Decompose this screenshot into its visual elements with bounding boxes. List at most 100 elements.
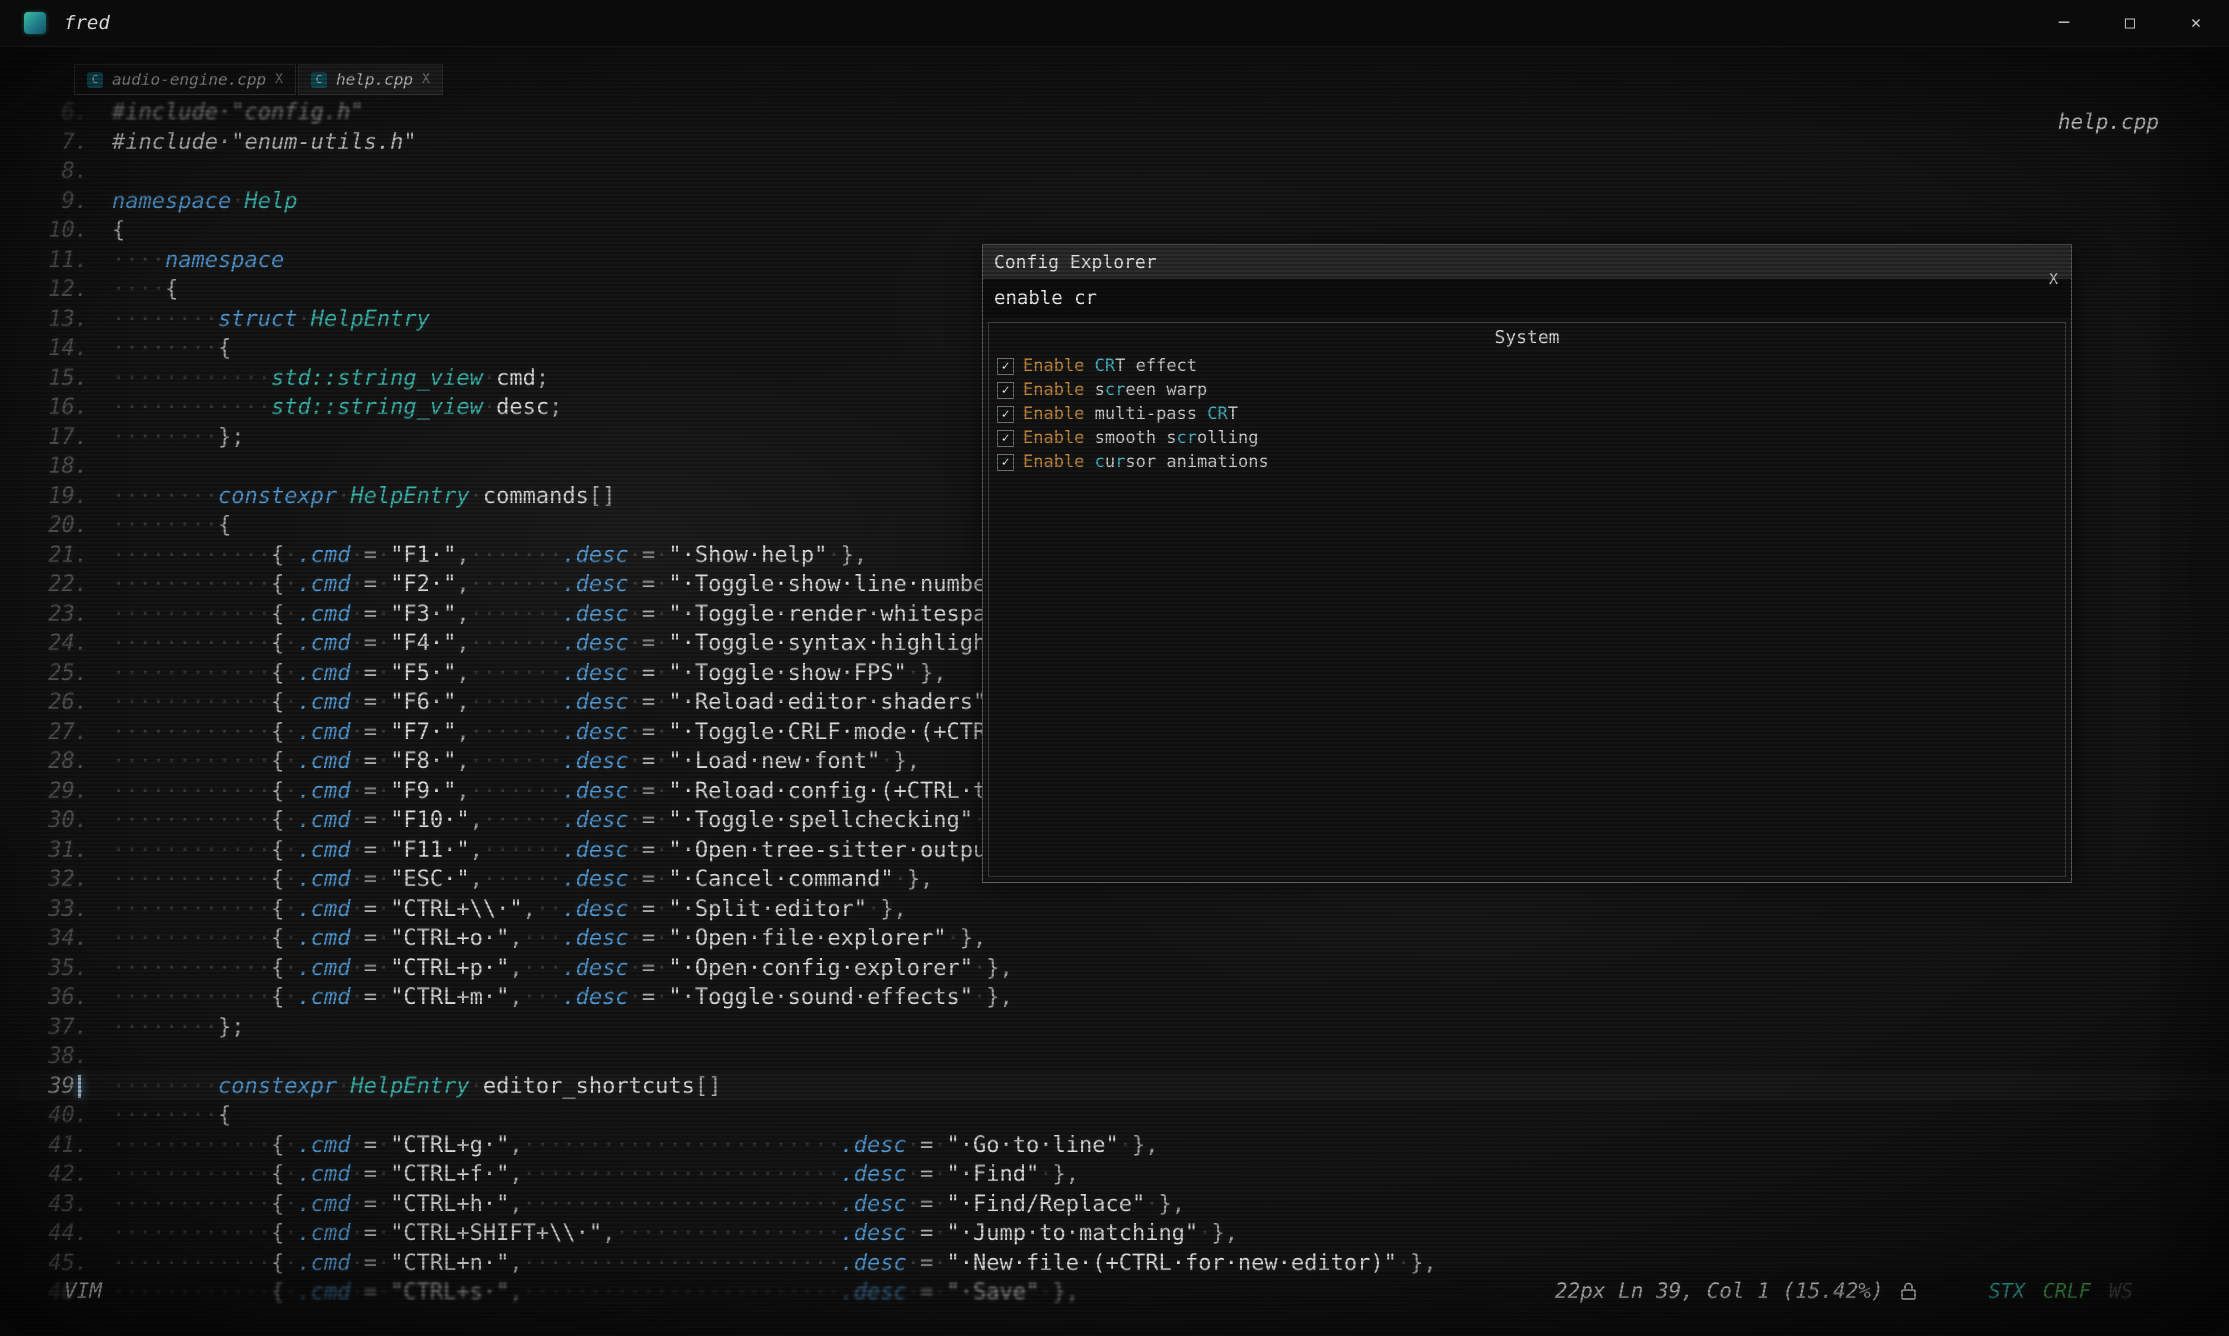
checkbox-checked[interactable]: ✓ <box>997 430 1014 447</box>
code-token: ············ <box>112 720 271 745</box>
option-text-segment: cr <box>1105 380 1125 400</box>
code-token: .cmd <box>297 808 350 833</box>
line-text: ············{·.cmd·=·"CTRL+o·",···.desc·… <box>88 924 986 954</box>
line-number: 31. <box>0 836 88 866</box>
code-token: · <box>907 1133 920 1158</box>
code-token: · <box>350 661 363 686</box>
config-option[interactable]: ✓Enable screen warp <box>989 378 2065 402</box>
code-token: · <box>655 749 668 774</box>
line-text: ············{·.cmd·=·"F7·",·······.desc·… <box>88 718 1132 748</box>
code-token: · <box>350 1251 363 1276</box>
code-line-7[interactable]: 7.#include·"enum-utils.h" <box>0 128 2229 158</box>
line-text: ············{·.cmd·=·"F8·",·······.desc·… <box>88 747 920 777</box>
code-token: · <box>629 838 642 863</box>
code-token: ········ <box>112 1015 218 1040</box>
code-token: ······· <box>470 661 563 686</box>
code-token: · <box>377 1133 390 1158</box>
app-window: fred ─□✕ 6.#include·"config.h"7.#include… <box>0 0 2229 1336</box>
code-token: }, <box>986 956 1013 981</box>
code-line-39[interactable]: 39.········constexpr·HelpEntry·editor_sh… <box>0 1072 2229 1102</box>
window-titlebar[interactable]: fred ─□✕ <box>0 0 2229 47</box>
code-line-38[interactable]: 38. <box>0 1042 2229 1072</box>
config-option[interactable]: ✓Enable cursor animations <box>989 450 2065 474</box>
code-token: ························ <box>523 1251 841 1276</box>
code-line-9[interactable]: 9.namespace·Help <box>0 187 2229 217</box>
line-number: 15. <box>0 364 88 394</box>
code-token: = <box>364 1251 377 1276</box>
code-token: · <box>284 543 297 568</box>
code-token: · <box>377 1162 390 1187</box>
config-option[interactable]: ✓ Enable CRT effect <box>989 354 2065 378</box>
status-bar: VIM 22px Ln 39, Col 1 (15.42%) STXCRLFWS <box>0 1274 2229 1308</box>
line-number: 22. <box>0 570 88 600</box>
line-number: 38. <box>0 1042 88 1072</box>
code-token: · <box>377 749 390 774</box>
code-line-10[interactable]: 10.{ <box>0 216 2229 246</box>
tab-help.cpp[interactable]: Chelp.cppX <box>298 64 443 95</box>
code-token: .desc <box>562 720 628 745</box>
code-token: · <box>629 749 642 774</box>
config-search-input[interactable]: enable cr <box>983 279 2071 317</box>
code-line-42[interactable]: 42.············{·.cmd·=·"CTRL+f·",······… <box>0 1160 2229 1190</box>
option-text-segment: multi-pass <box>1095 404 1208 424</box>
line-text <box>88 157 112 187</box>
code-token: , <box>456 661 469 686</box>
maximize-button[interactable]: □ <box>2097 0 2163 46</box>
checkbox-checked[interactable]: ✓ <box>997 358 1014 375</box>
code-token: .cmd <box>297 543 350 568</box>
code-token: .cmd <box>297 897 350 922</box>
popup-close-button[interactable]: X <box>2049 270 2058 288</box>
checkbox-checked[interactable]: ✓ <box>997 454 1014 471</box>
code-token: { <box>271 631 284 656</box>
code-line-33[interactable]: 33.············{·.cmd·=·"CTRL+\\·",··.de… <box>0 895 2229 925</box>
code-token: "F3·" <box>390 602 456 627</box>
code-token: = <box>364 749 377 774</box>
code-line-35[interactable]: 35.············{·.cmd·=·"CTRL+p·",···.de… <box>0 954 2229 984</box>
checkbox-checked[interactable]: ✓ <box>997 406 1014 423</box>
code-token: ······· <box>470 749 563 774</box>
code-token: · <box>880 749 893 774</box>
code-line-43[interactable]: 43.············{·.cmd·=·"CTRL+h·",······… <box>0 1190 2229 1220</box>
code-line-40[interactable]: 40.········{ <box>0 1101 2229 1131</box>
tab-audio-engine.cpp[interactable]: Caudio-engine.cppX <box>74 64 296 95</box>
tab-close-button[interactable]: X <box>275 72 283 87</box>
code-token: ············ <box>112 1251 271 1276</box>
line-text: ············{·.cmd·=·"F9·",·······.desc·… <box>88 777 1132 807</box>
code-line-6[interactable]: 6.#include·"config.h" <box>0 98 2229 128</box>
line-text: ············std::string_view·cmd; <box>88 364 549 394</box>
code-token: · <box>655 808 668 833</box>
code-line-34[interactable]: 34.············{·.cmd·=·"CTRL+o·",···.de… <box>0 924 2229 954</box>
tab-close-button[interactable]: X <box>422 72 430 87</box>
code-token: = <box>364 720 377 745</box>
code-token: ············ <box>112 631 271 656</box>
line-number: 21. <box>0 541 88 571</box>
config-option[interactable]: ✓Enable multi-pass CRT <box>989 402 2065 426</box>
minimize-button[interactable]: ─ <box>2031 0 2097 46</box>
code-line-37[interactable]: 37.········}; <box>0 1013 2229 1043</box>
code-line-8[interactable]: 8. <box>0 157 2229 187</box>
code-token: = <box>642 602 655 627</box>
line-number: 27. <box>0 718 88 748</box>
code-token: "·Find" <box>947 1162 1040 1187</box>
config-option[interactable]: ✓Enable smooth scrolling <box>989 426 2065 450</box>
code-token: ···· <box>112 277 165 302</box>
checkbox-checked[interactable]: ✓ <box>997 382 1014 399</box>
option-label: Enable CRT effect <box>1023 356 1197 376</box>
code-token: .desc <box>562 779 628 804</box>
code-token: · <box>894 867 907 892</box>
line-text: ············{·.cmd·=·"CTRL+m·",···.desc·… <box>88 983 1013 1013</box>
code-line-36[interactable]: 36.············{·.cmd·=·"CTRL+m·",···.de… <box>0 983 2229 1013</box>
code-token: · <box>655 602 668 627</box>
code-token: ············ <box>112 985 271 1010</box>
code-token: · <box>377 956 390 981</box>
line-text: ····{ <box>88 275 178 305</box>
line-number: 18. <box>0 452 88 482</box>
code-token: { <box>271 956 284 981</box>
code-line-41[interactable]: 41.············{·.cmd·=·"CTRL+g·",······… <box>0 1131 2229 1161</box>
code-line-44[interactable]: 44.············{·.cmd·=·"CTRL+SHIFT+\\·"… <box>0 1219 2229 1249</box>
close-button[interactable]: ✕ <box>2163 0 2229 46</box>
code-token: }, <box>841 543 868 568</box>
line-number: 20. <box>0 511 88 541</box>
code-token: · <box>629 543 642 568</box>
line-number: 16. <box>0 393 88 423</box>
